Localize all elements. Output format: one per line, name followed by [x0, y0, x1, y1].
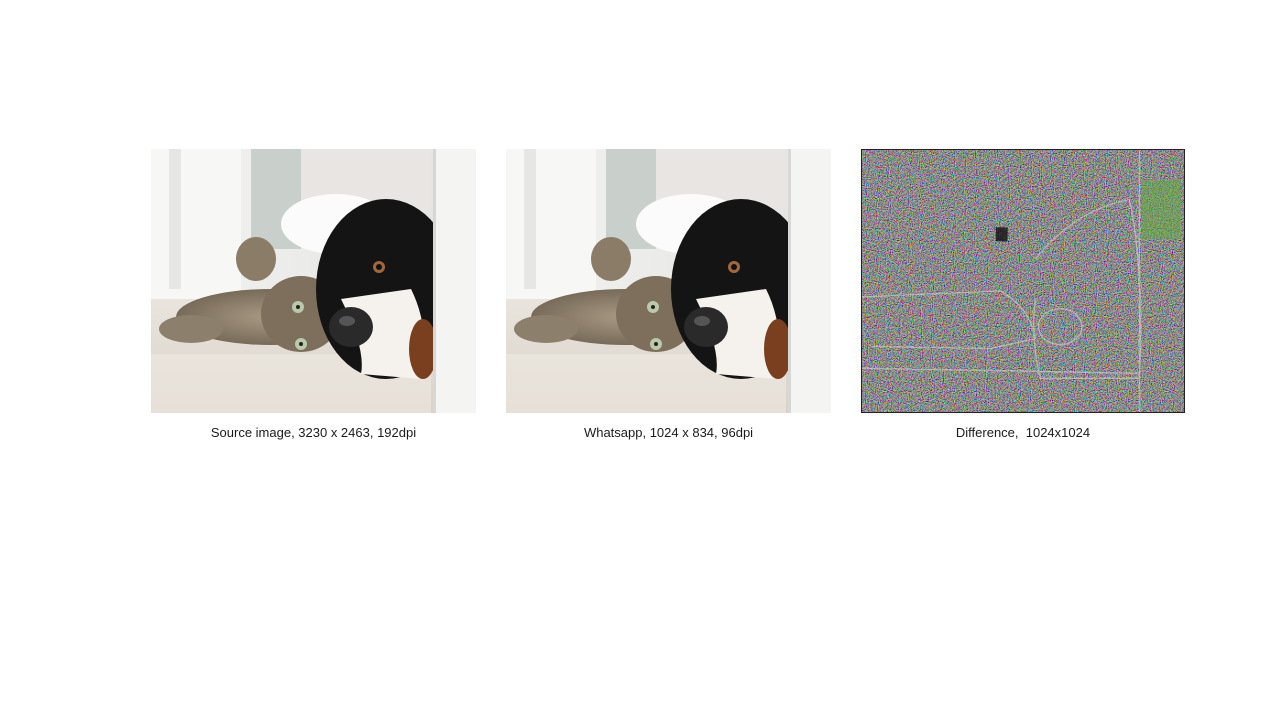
- source-image-caption: Source image, 3230 x 2463, 192dpi: [210, 425, 417, 440]
- difference-image: [862, 150, 1184, 412]
- source-image-panel: [151, 149, 476, 413]
- difference-image-panel: [861, 149, 1185, 413]
- difference-image-caption: Difference, 1024x1024: [955, 425, 1091, 440]
- whatsapp-image-caption: Whatsapp, 1024 x 834, 96dpi: [583, 425, 754, 440]
- source-image: [151, 149, 476, 413]
- whatsapp-image-panel: [506, 149, 831, 413]
- whatsapp-image: [506, 149, 831, 413]
